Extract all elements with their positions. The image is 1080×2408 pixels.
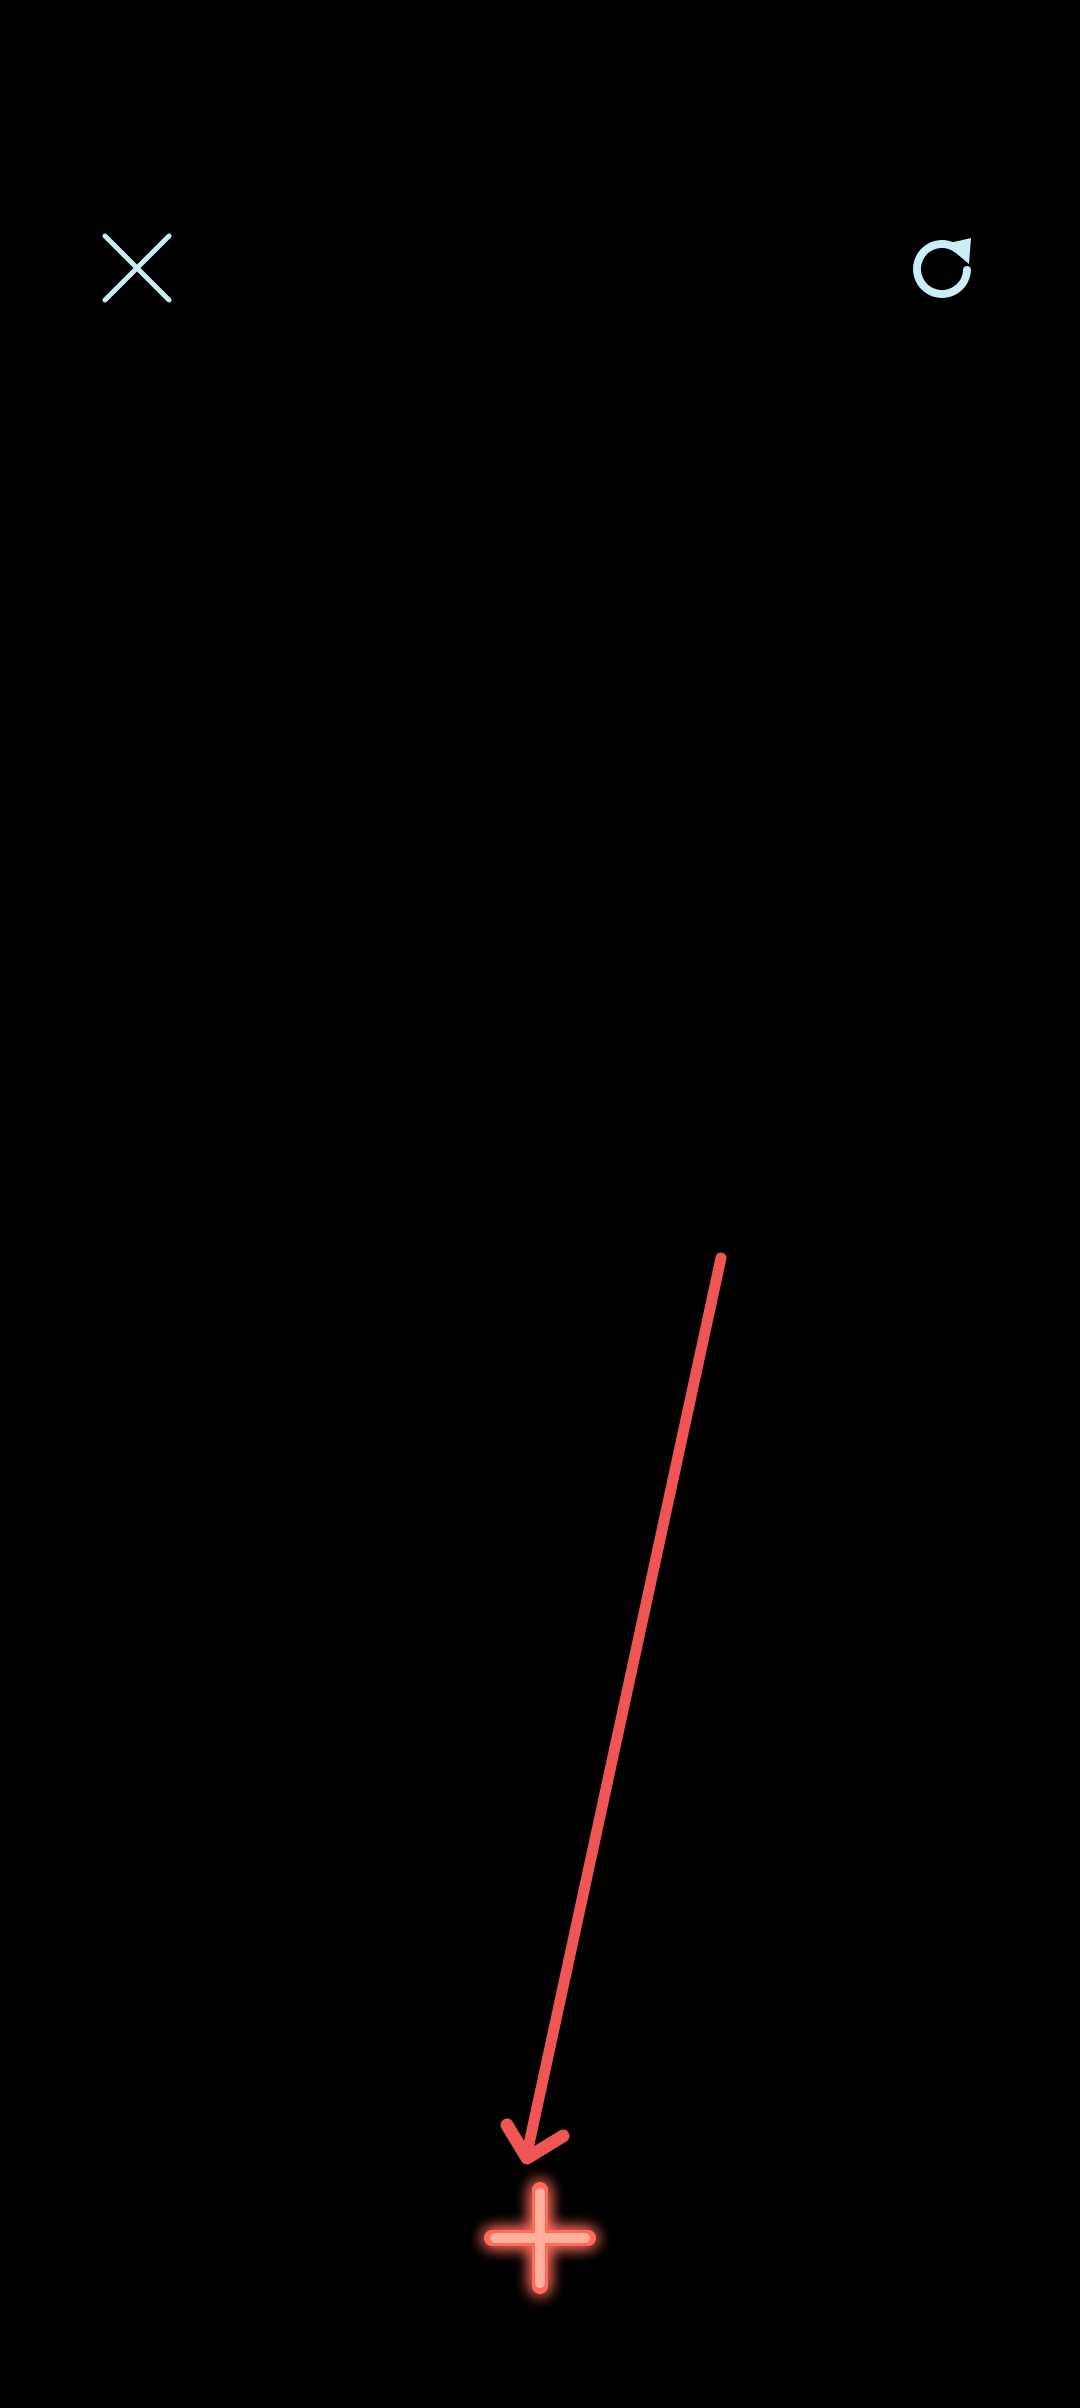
arrow-icon (500, 1252, 727, 2165)
refresh-button[interactable] (883, 208, 1003, 328)
plus-icon (484, 2182, 596, 2294)
drop-target[interactable] (465, 2163, 615, 2313)
refresh-icon (913, 238, 971, 298)
gesture-screen (0, 0, 1080, 2408)
close-icon (102, 233, 172, 303)
gesture-overlay (500, 1252, 727, 2165)
close-button[interactable] (77, 208, 197, 328)
